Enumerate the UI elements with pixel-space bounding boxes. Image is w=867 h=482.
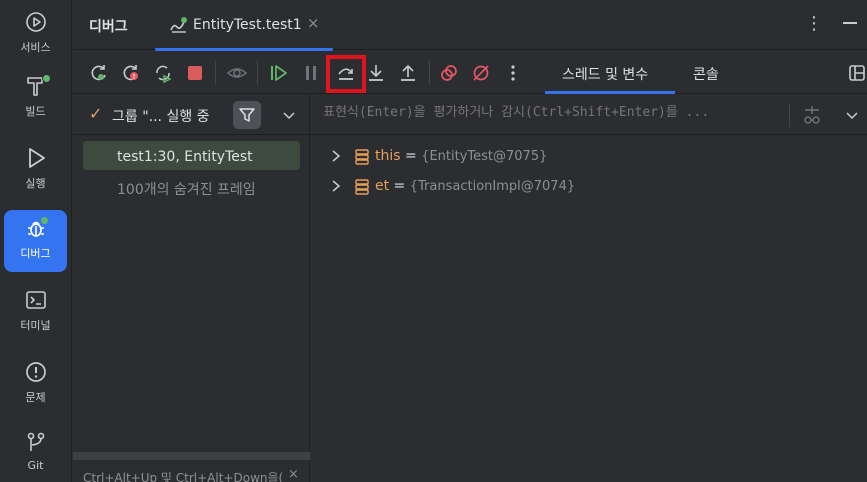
filter-button[interactable] [233,101,261,129]
pause-button[interactable] [299,61,323,85]
rerun-failed-button[interactable] [119,61,143,85]
mute-breakpoints-button[interactable] [469,61,493,85]
variable-name: this [375,148,401,164]
hint-close-icon[interactable]: × [288,467,299,482]
resume-icon [271,65,287,81]
navigation-hint: Ctrl+Alt+Up 및 Ctrl+Alt+Down을( [83,471,284,482]
step-out-icon [401,64,415,81]
frames-panel: ✓ 그룹 "... 실행 중 test1:30, EntityTest 100개… [73,95,310,482]
hidden-frames-item[interactable]: 100개의 숨겨진 프레임 [117,179,256,199]
problems-icon [25,362,46,382]
restart-icon [156,65,172,83]
minimize-icon[interactable] [843,22,857,24]
sidebar-item-label: 디버그 [20,247,51,260]
panel-title: 디버그 [89,19,128,35]
debug-toolbar: 스레드 및 변수 콘솔 [73,51,867,94]
variable-row[interactable]: this = {EntityTest@7075} [311,143,867,171]
sidebar-item-debug[interactable]: 디버그 [4,210,67,272]
step-over-icon [338,68,353,80]
stop-icon [188,66,202,80]
frame-item[interactable]: test1:30, EntityTest [117,149,253,165]
sidebar-item-git[interactable]: Git [4,424,67,482]
toolbar-separator [257,61,258,85]
debug-status-dot [40,216,49,225]
layout-settings-button[interactable] [845,61,867,85]
toolbar-separator [215,61,216,85]
thread-selector[interactable]: ✓ 그룹 "... 실행 중 [73,95,310,135]
add-watch-icon[interactable] [802,104,822,126]
sidebar-item-label: 서비스 [20,41,51,54]
chevron-right-icon[interactable] [329,148,343,164]
mute-breakpoints-icon [473,65,489,81]
chevron-down-icon[interactable] [844,107,860,123]
services-icon [25,12,46,32]
evaluate-bar [311,95,867,135]
variable-equals: = [400,148,422,164]
sidebar-item-build[interactable]: 빌드 [4,68,67,130]
pause-icon [306,66,316,80]
variables-panel: this = {EntityTest@7075} et = {Transacti… [311,95,867,482]
check-icon: ✓ [89,104,103,123]
sidebar-item-problems[interactable]: 문제 [4,354,67,416]
sidebar-item-label: 터미널 [20,319,51,332]
sidebar-item-label: Git [27,459,44,472]
thread-group-label: 그룹 "... 실행 중 [112,109,210,125]
git-icon [27,432,44,451]
rerun-failed-icon [123,65,138,81]
step-into-button[interactable] [364,61,388,85]
step-over-button[interactable] [334,61,358,85]
junit-debug-icon [170,17,187,33]
step-out-button[interactable] [396,61,420,85]
view-breakpoints-icon [227,68,247,78]
variable-value: {TransactionImpl@7074} [409,179,576,194]
variable-equals: = [389,178,410,194]
tool-window-sidebar: 서비스 빌드 실행 디버그 터미널 문제 Git [0,0,72,482]
sidebar-item-services[interactable]: 서비스 [4,4,67,66]
breakpoints-icon [441,65,457,81]
build-status-dot [42,74,51,83]
terminal-icon [25,291,46,309]
tab-entitytest-test1[interactable]: EntityTest.test1 × [155,0,333,51]
variable-row[interactable]: et = {TransactionImpl@7074} [311,173,867,201]
sidebar-item-label: 실행 [25,177,46,190]
debug-header: 디버그 EntityTest.test1 × ⋮ [73,0,867,51]
variable-value: {EntityTest@7075} [421,149,548,164]
tab-console[interactable]: 콘솔 [693,64,719,84]
horizontal-scrollbar[interactable] [73,452,310,460]
field-icon [355,149,369,165]
eval-separator [789,103,790,127]
tab-active-indicator [545,91,675,94]
resume-button[interactable] [267,61,291,85]
chevron-right-icon[interactable] [329,178,343,194]
view-breakpoints-button[interactable] [225,61,249,85]
variable-text: this = {EntityTest@7075} [375,148,547,164]
more-vertical-icon [511,65,515,81]
restart-button[interactable] [151,61,175,85]
tab-label: EntityTest.test1 [193,17,302,33]
variable-name: et [375,178,390,194]
rerun-button[interactable] [87,61,111,85]
sidebar-item-label: 빌드 [25,105,46,118]
step-into-icon [369,65,383,81]
sidebar-item-terminal[interactable]: 터미널 [4,282,67,344]
view-all-breakpoints-button[interactable] [437,61,461,85]
toolbar-more-button[interactable] [501,61,525,85]
evaluate-expression-input[interactable] [323,105,793,120]
run-icon [28,148,45,168]
layout-icon [849,65,865,81]
more-options-icon[interactable]: ⋮ [805,13,823,34]
variable-text: et = {TransactionImpl@7074} [375,178,575,194]
chevron-down-icon[interactable] [281,107,297,123]
toolbar-separator [429,61,430,85]
rerun-icon [91,65,106,81]
filter-icon [239,108,255,122]
tab-threads-variables[interactable]: 스레드 및 변수 [562,64,648,84]
field-icon [355,179,369,195]
sidebar-item-label: 문제 [25,391,46,404]
sidebar-item-run[interactable]: 실행 [4,140,67,202]
tab-close-icon[interactable]: × [307,14,320,32]
stop-button[interactable] [183,61,207,85]
